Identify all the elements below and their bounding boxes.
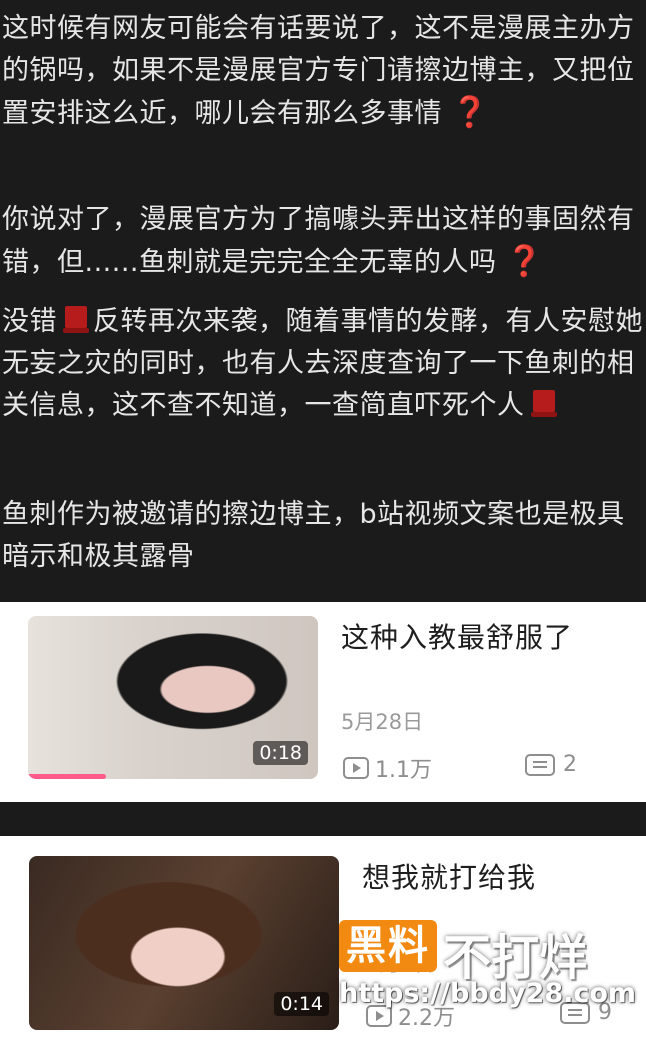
card-divider [0, 802, 646, 836]
paragraph-1: 这时候有网友可能会有话要说了，这不是漫展主办方的锅吗，如果不是漫展官方专门请擦边… [0, 8, 646, 135]
watermark-badge: 黑料 [339, 920, 437, 972]
video-duration: 0:14 [274, 992, 329, 1016]
question-mark-icon: ❓ [451, 95, 489, 130]
site-watermark: 黑料 不打烊 https://bbdy28.com [339, 918, 639, 1038]
red-cup-emoji-icon [530, 390, 557, 420]
video-date: 5月28日 [341, 710, 424, 734]
paragraph-3-lead: 没错 [2, 306, 57, 337]
watch-progress-bar [28, 774, 107, 779]
question-mark-icon: ❓ [505, 244, 544, 279]
paragraph-3: 没错 反转再次来袭，随着事情的发酵，有人安慰她无妄之灾的同时，也有人去深度查询了一… [0, 301, 646, 427]
video-thumbnail[interactable]: 0:18 [28, 616, 318, 779]
paragraph-2: 你说对了，漫展官方为了搞噱头弄出这样的事固然有错，但......鱼刺就是完完全全… [0, 199, 646, 284]
paragraph-4-text: 鱼刺作为被邀请的擦边博主，b站视频文案也是极具暗示和极其露骨 [2, 499, 625, 572]
play-count: 1.1万 [343, 752, 432, 784]
comment-count: 2 [525, 752, 577, 777]
video-title[interactable]: 这种入教最舒服了 [341, 616, 573, 656]
red-cup-emoji-icon [63, 306, 89, 336]
paragraph-4: 鱼刺作为被邀请的擦边博主，b站视频文案也是极具暗示和极其露骨 [0, 494, 646, 578]
comment-count-icon [525, 753, 555, 776]
video-card[interactable]: 0:18 这种入教最舒服了 5月28日 1.1万 2 [0, 602, 646, 802]
video-thumbnail[interactable]: 0:14 [29, 856, 339, 1030]
video-title[interactable]: 想我就打给我 [362, 856, 536, 896]
play-count-value: 1.1万 [375, 758, 432, 783]
video-duration: 0:18 [253, 741, 308, 765]
watermark-url: https://bbdy28.com [339, 978, 637, 1009]
play-count-icon [343, 757, 369, 779]
comment-count-value: 2 [563, 752, 577, 777]
paragraph-1-text: 这时候有网友可能会有话要说了，这不是漫展主办方的锅吗，如果不是漫展官方专门请擦边… [2, 13, 635, 129]
